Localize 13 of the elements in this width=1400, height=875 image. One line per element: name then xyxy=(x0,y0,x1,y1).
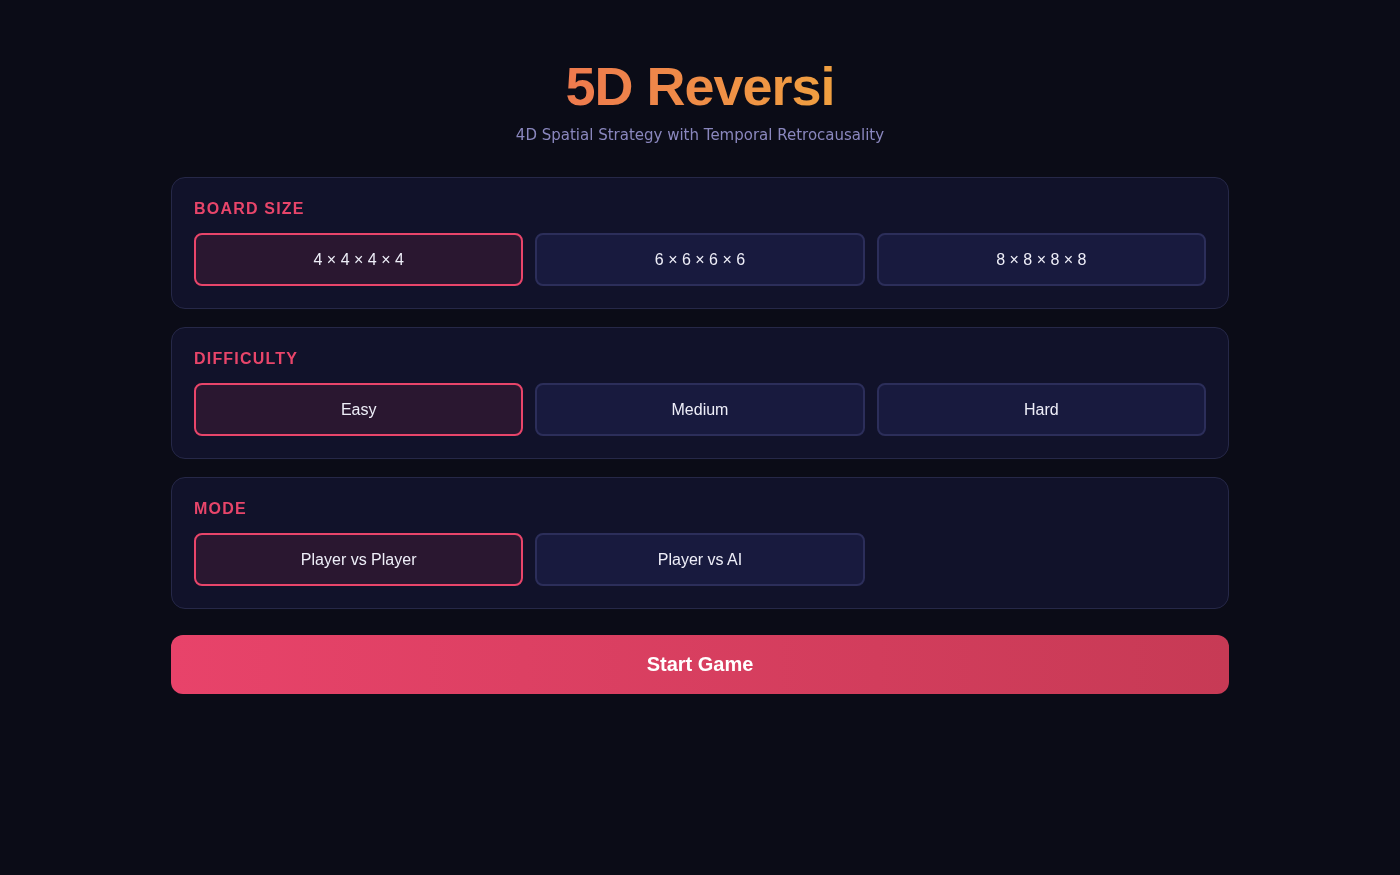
option-button[interactable]: Player vs AI xyxy=(535,533,865,586)
option-button[interactable]: 4 × 4 × 4 × 4 xyxy=(194,233,524,286)
section-label: DIFFICULTY xyxy=(194,350,300,368)
option-button[interactable]: Easy xyxy=(194,383,524,436)
app-subtitle: 4D Spatial Strategy with Temporal Retrocausality xyxy=(515,126,885,144)
option-button[interactable]: 8 × 8 × 8 × 8 xyxy=(876,233,1206,286)
option-button[interactable]: Hard xyxy=(876,383,1206,436)
start-game-button[interactable]: Start Game xyxy=(171,635,1229,694)
option-button[interactable]: Medium xyxy=(535,383,865,436)
section-label: BOARD SIZE xyxy=(194,200,306,218)
option-button[interactable]: 6 × 6 × 6 × 6 xyxy=(535,233,865,286)
section-label: MODE xyxy=(194,500,248,518)
option-button[interactable]: Player vs Player xyxy=(194,533,524,586)
